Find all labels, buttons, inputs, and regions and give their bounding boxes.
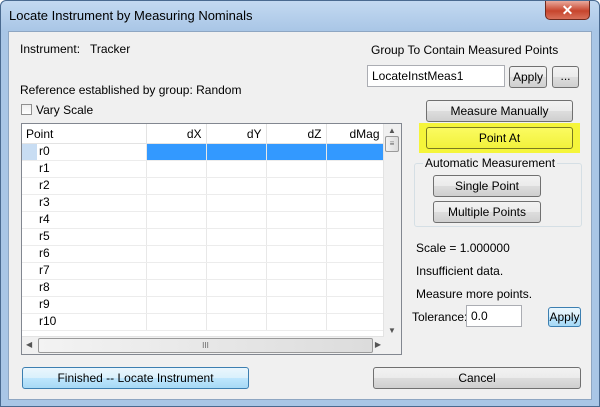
- automatic-measurement-label: Automatic Measurement: [423, 156, 558, 170]
- finished-locate-instrument-button[interactable]: Finished -- Locate Instrument: [22, 367, 249, 389]
- scale-status: Scale = 1.000000: [416, 241, 510, 255]
- point-name: r3: [39, 195, 50, 209]
- column-header-dmag[interactable]: dMag: [326, 124, 385, 144]
- vary-scale-label: Vary Scale: [36, 103, 94, 117]
- table-row[interactable]: r8: [22, 279, 385, 297]
- point-name: r2: [39, 178, 50, 192]
- group-browse-button[interactable]: ...: [552, 66, 579, 88]
- close-icon: ✕: [561, 2, 574, 18]
- vary-scale-checkbox[interactable]: [21, 104, 32, 115]
- table-row[interactable]: r4: [22, 211, 385, 229]
- tolerance-input[interactable]: 0.0: [466, 305, 522, 327]
- point-name: r5: [39, 229, 50, 243]
- title-bar[interactable]: Locate Instrument by Measuring Nominals …: [1, 1, 599, 31]
- cancel-button[interactable]: Cancel: [373, 367, 581, 389]
- point-name: r1: [39, 161, 50, 175]
- single-point-button[interactable]: Single Point: [433, 175, 541, 197]
- instrument-label: Instrument:: [20, 42, 81, 56]
- table-row[interactable]: r10: [22, 313, 385, 331]
- table-row[interactable]: r7: [22, 262, 385, 280]
- measurement-grid[interactable]: Point dX dY dZ dMag r0 r1 r2 r3 r4 r5 r6…: [21, 123, 402, 355]
- dialog-client-area: Instrument: Tracker Reference establishe…: [8, 31, 592, 400]
- point-name: r10: [39, 314, 57, 328]
- point-name: r6: [39, 246, 50, 260]
- tolerance-label: Tolerance:: [412, 310, 468, 324]
- point-name: r4: [39, 212, 50, 226]
- status-line-2: Measure more points.: [416, 287, 533, 301]
- column-header-dz[interactable]: dZ: [266, 124, 327, 144]
- table-row[interactable]: r6: [22, 245, 385, 263]
- table-row[interactable]: r3: [22, 194, 385, 212]
- horizontal-scroll-thumb[interactable]: III: [38, 338, 373, 353]
- table-row[interactable]: r9: [22, 296, 385, 314]
- window-title: Locate Instrument by Measuring Nominals: [9, 8, 253, 23]
- table-row[interactable]: r1: [22, 160, 385, 178]
- measure-manually-button[interactable]: Measure Manually: [426, 100, 573, 122]
- measurement-table: Point dX dY dZ dMag r0 r1 r2 r3 r4 r5 r6…: [22, 124, 385, 331]
- reference-text: Reference established by group: Random: [20, 83, 242, 97]
- point-name: r9: [39, 297, 50, 311]
- table-row[interactable]: r2: [22, 177, 385, 195]
- point-at-button[interactable]: Point At: [426, 127, 573, 149]
- scroll-right-icon[interactable]: ▶: [375, 340, 381, 349]
- group-apply-button[interactable]: Apply: [509, 66, 547, 88]
- vertical-scrollbar[interactable]: ▲ ≡ ▼: [383, 124, 401, 337]
- grid-header-row: Point dX dY dZ dMag: [22, 124, 385, 144]
- column-header-dy[interactable]: dY: [206, 124, 267, 144]
- group-box-label: Group To Contain Measured Points: [371, 43, 559, 57]
- instrument-value: Tracker: [90, 42, 131, 56]
- scroll-left-icon[interactable]: ◀: [26, 340, 32, 349]
- horizontal-scrollbar[interactable]: ◀ III ▶: [22, 336, 384, 354]
- column-header-dx[interactable]: dX: [146, 124, 207, 144]
- multiple-points-button[interactable]: Multiple Points: [433, 201, 541, 223]
- tolerance-apply-button[interactable]: Apply: [548, 307, 581, 327]
- scrollbar-corner: [384, 337, 401, 354]
- table-row[interactable]: r5: [22, 228, 385, 246]
- table-row[interactable]: r0: [22, 143, 385, 161]
- column-header-point[interactable]: Point: [22, 124, 147, 144]
- dialog-window: Locate Instrument by Measuring Nominals …: [0, 0, 600, 407]
- scroll-down-icon[interactable]: ▼: [388, 326, 396, 335]
- point-name: r8: [39, 280, 50, 294]
- vertical-scroll-thumb[interactable]: ≡: [385, 136, 399, 152]
- close-button[interactable]: ✕: [545, 1, 590, 20]
- group-name-input[interactable]: LocateInstMeas1: [367, 65, 505, 87]
- point-name: r0: [39, 144, 50, 158]
- scroll-up-icon[interactable]: ▲: [388, 126, 396, 135]
- point-name: r7: [39, 263, 50, 277]
- status-line-1: Insufficient data.: [416, 264, 504, 278]
